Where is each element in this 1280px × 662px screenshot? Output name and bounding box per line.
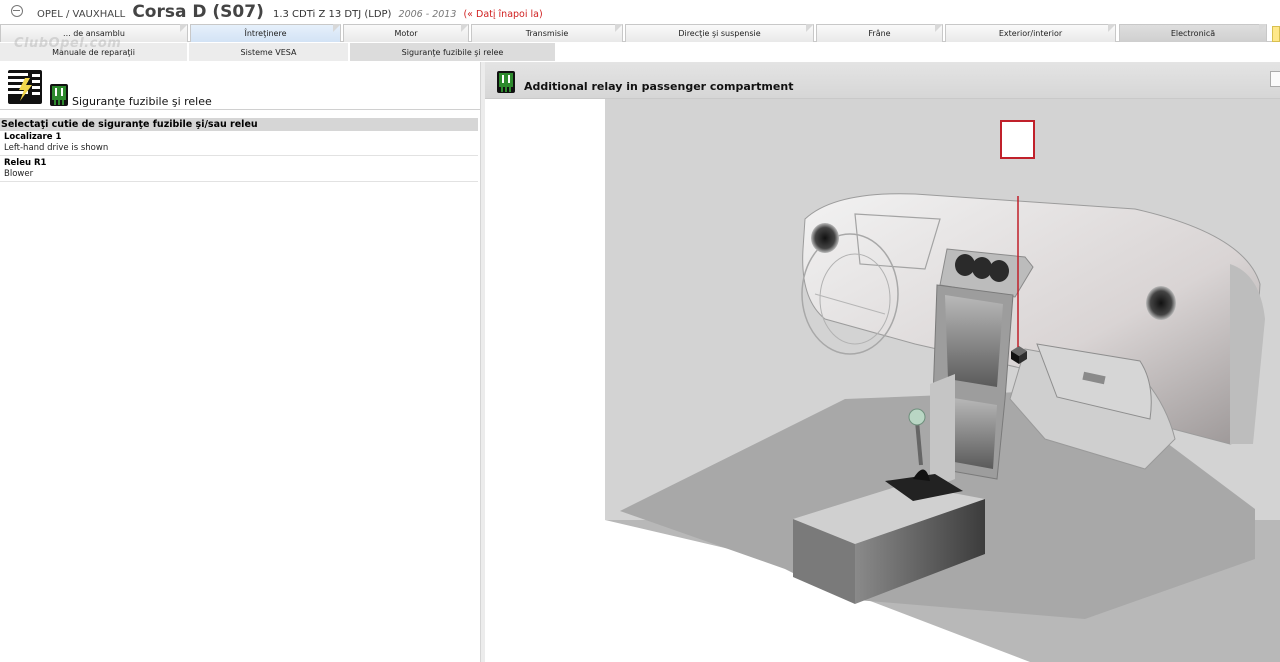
gear-knob [908, 408, 926, 426]
right-panel: Additional relay in passenger compartmen… [485, 62, 1280, 662]
list-item-relay-r1[interactable]: Releu R1 Blower [0, 157, 478, 182]
title-bar: OPEL / VAUXHALL Corsa D (S07) 1.3 CDTi Z… [0, 0, 1280, 24]
divider [0, 109, 480, 110]
diagram-title: Additional relay in passenger compartmen… [524, 80, 794, 93]
tab-label: ... de ansamblu [63, 29, 125, 38]
tab-transmission[interactable]: Transmisie [471, 24, 623, 42]
panel-title: Siguranţe fuzibile şi relee [72, 95, 212, 108]
left-panel: Siguranţe fuzibile şi relee Selectaţi cu… [0, 62, 480, 662]
tab-fold [1108, 24, 1116, 32]
tab-fold [615, 24, 623, 32]
list-item-subtitle: Left-hand drive is shown [4, 143, 109, 153]
control-knob-right [989, 260, 1009, 282]
extra-tab[interactable] [1272, 26, 1280, 42]
list-item-title: Localizare 1 [4, 132, 62, 142]
tab-fold [333, 24, 341, 32]
section-header: Selectaţi cutie de siguranţe fuzibile şi… [0, 118, 478, 131]
tab-electronics[interactable]: Electronică [1119, 24, 1267, 42]
vehicle-model: Corsa D (S07) [132, 2, 264, 22]
diagram-header: Additional relay in passenger compartmen… [485, 62, 1280, 99]
tab-label: Transmisie [525, 29, 569, 38]
list-item-subtitle: Blower [4, 169, 34, 179]
console-side-panel [930, 374, 955, 489]
relay-location-diagram [605, 99, 1280, 662]
tab-label: Frâne [868, 29, 891, 38]
fuse-box-icon [5, 68, 43, 106]
tab-repair-manuals[interactable]: Manuale de reparaţii [0, 43, 188, 61]
tab-overview[interactable]: ... de ansamblu [0, 24, 188, 42]
tab-brakes[interactable]: Frâne [816, 24, 943, 42]
tab-label: Direcţie şi suspensie [678, 29, 761, 38]
console-upper-cavity [945, 295, 1003, 387]
control-knob-middle [972, 257, 992, 279]
panel-toggle-button[interactable] [1270, 71, 1280, 87]
vehicle-engine: 1.3 CDTi Z 13 DTJ (LDP) [272, 9, 392, 20]
relay-icon [497, 71, 515, 93]
control-knob-left [955, 254, 975, 276]
tab-label: Motor [394, 29, 418, 38]
tab-steering-suspension[interactable]: Direcţie şi suspensie [625, 24, 814, 42]
tab-label: Siguranţe fuzibile şi relee [401, 47, 504, 57]
list-item-location-1[interactable]: Localizare 1 Left-hand drive is shown [0, 131, 478, 156]
callout-box [1000, 120, 1035, 159]
tab-label: Manuale de reparaţii [52, 47, 135, 57]
tab-fuses-relays[interactable]: Siguranţe fuzibile şi relee [350, 43, 556, 61]
tab-maintenance[interactable]: Întreţinere [190, 24, 341, 42]
relay-icon [50, 84, 68, 106]
tab-label: Exterior/interior [998, 29, 1063, 38]
vehicle-years: 2006 - 2013 [398, 9, 457, 20]
logo-icon [11, 5, 23, 17]
tab-fold [935, 24, 943, 32]
list-item-title: Releu R1 [4, 158, 47, 168]
vehicle-title: OPEL / VAUXHALL Corsa D (S07) 1.3 CDTi Z… [37, 2, 543, 22]
tab-label: Întreţinere [244, 29, 287, 38]
right-vent [1146, 286, 1176, 320]
tab-label: Electronică [1170, 29, 1216, 38]
tab-fold [806, 24, 814, 32]
tab-fold [461, 24, 469, 32]
primary-tab-bar: ... de ansamblu Întreţinere Motor Transm… [0, 24, 1280, 42]
tab-engine[interactable]: Motor [343, 24, 469, 42]
tab-fold [1259, 24, 1267, 32]
vehicle-make: OPEL / VAUXHALL [37, 9, 126, 20]
tab-exterior-interior[interactable]: Exterior/interior [945, 24, 1116, 42]
back-link[interactable]: (« Datį înapoi la) [463, 9, 542, 20]
secondary-tab-bar: Manuale de reparaţii Sisteme VESA Sigura… [0, 43, 1280, 61]
tab-label: Sisteme VESA [240, 47, 297, 57]
tab-vesa-systems[interactable]: Sisteme VESA [189, 43, 349, 61]
tab-fold [180, 24, 188, 32]
left-vent [811, 223, 839, 253]
